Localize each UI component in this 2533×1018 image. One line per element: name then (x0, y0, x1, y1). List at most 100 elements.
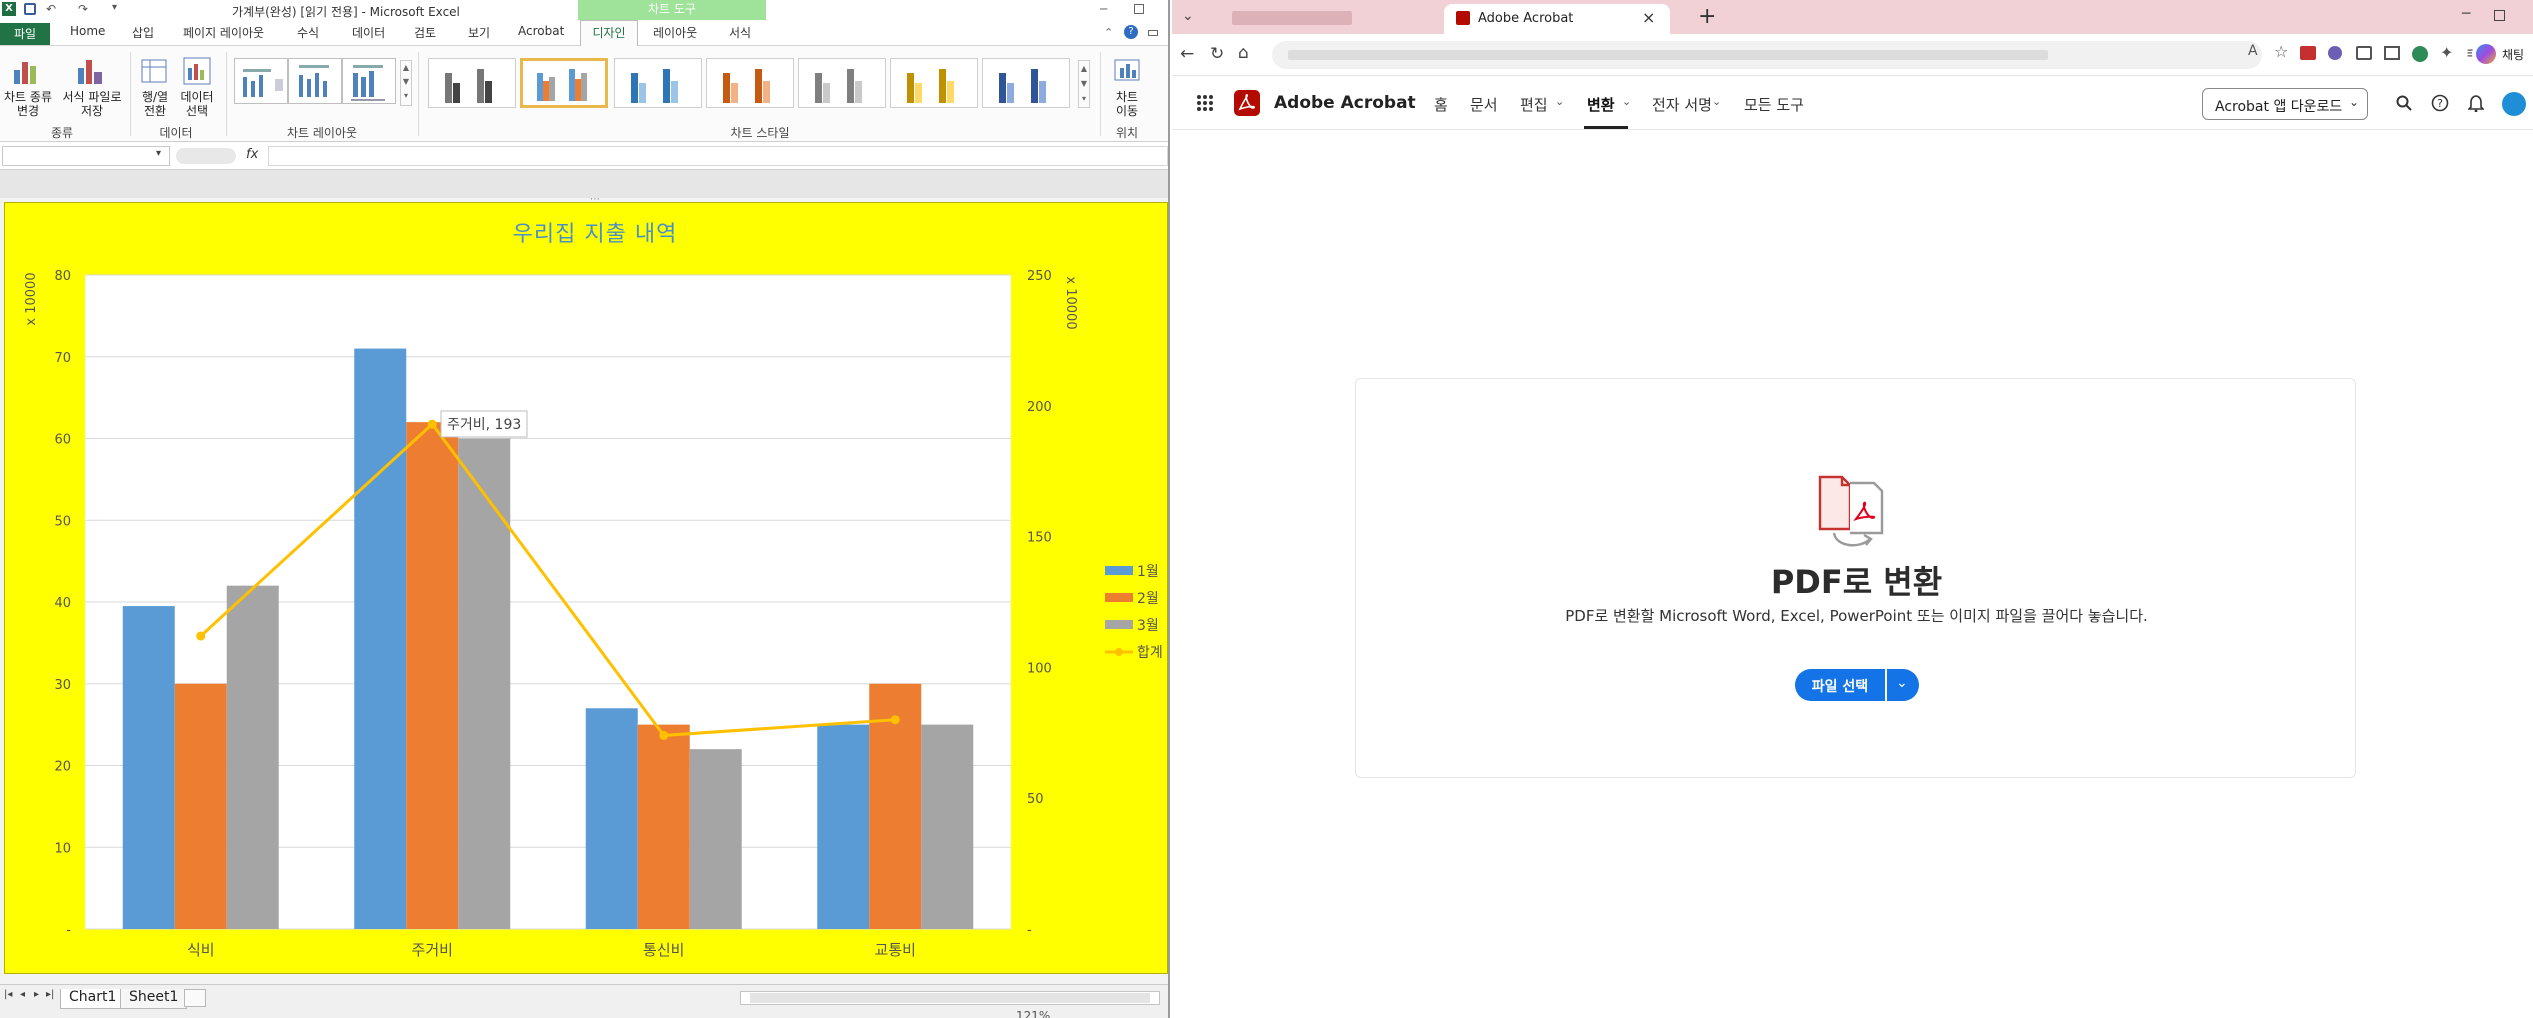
tab-review[interactable]: 검토 (414, 24, 436, 41)
sheet-nav-prev-icon[interactable]: ◂ (20, 989, 25, 1000)
horizontal-scroll-thumb[interactable] (750, 993, 1150, 1003)
notifications-bell-icon[interactable] (2462, 89, 2490, 117)
window-restore-icon[interactable] (1148, 30, 1158, 36)
line-point-합계[interactable] (196, 631, 206, 641)
add-sheet-icon[interactable] (184, 989, 206, 1007)
chart-layout-option-3[interactable] (342, 58, 396, 104)
extensions-puzzle-icon[interactable]: ✦ (2440, 43, 2453, 62)
redo-icon[interactable]: ↷ (78, 2, 88, 16)
tab-file[interactable]: 파일 (0, 23, 50, 45)
bar-3월-교통비[interactable] (921, 724, 974, 929)
save-as-template-button[interactable]: 서식 파일로 저장 (62, 90, 121, 118)
bar-3월-식비[interactable] (226, 585, 279, 929)
download-app-button[interactable]: Acrobat 앱 다운로드 ⌄ (2202, 88, 2368, 120)
select-data-icon[interactable] (182, 56, 212, 86)
window-maximize-icon[interactable] (2494, 10, 2505, 21)
new-tab-icon[interactable]: + (1698, 4, 1716, 29)
extension-purple-icon[interactable] (2328, 46, 2342, 60)
zoom-level[interactable]: 121% (1016, 1009, 1050, 1018)
styles-more-icon[interactable]: ▲ ▼ ▾ (1078, 60, 1090, 108)
tab-design[interactable]: 디자인 (580, 20, 638, 46)
convert-drop-zone[interactable]: PDF로 변환 PDF로 변환할 Microsoft Word, Excel, … (1355, 378, 2356, 778)
nav-convert[interactable]: 변환 (1587, 94, 1615, 115)
name-box[interactable] (2, 146, 170, 166)
bar-1월-주거비[interactable] (354, 348, 407, 929)
formula-input[interactable] (268, 146, 1168, 166)
chart-layout-option-2[interactable] (288, 58, 342, 104)
extension-wallet-icon[interactable] (2384, 46, 2400, 60)
tab-actions-icon[interactable]: ⌄ (1182, 8, 1194, 24)
close-tab-icon[interactable]: × (1642, 8, 1655, 27)
app-grid-icon[interactable] (1196, 94, 1214, 112)
tab-format[interactable]: 서식 (729, 24, 751, 41)
tab-layout[interactable]: 레이아웃 (653, 24, 697, 41)
sheet-nav-next-icon[interactable]: ▸ (34, 989, 39, 1000)
sheet-nav-last-icon[interactable]: ▸| (46, 989, 54, 1000)
undo-icon[interactable]: ↶ (46, 2, 56, 16)
browser-tab-active[interactable]: Adobe Acrobat × (1444, 4, 1670, 34)
line-point-합계[interactable] (890, 715, 900, 725)
help-icon[interactable]: ? (1124, 25, 1138, 39)
move-chart-icon[interactable] (1112, 56, 1142, 86)
nav-documents[interactable]: 문서 (1470, 94, 1498, 115)
change-chart-type-button[interactable]: 차트 종류 변경 (4, 90, 52, 118)
tab-data[interactable]: 데이터 (352, 24, 385, 41)
sheet-nav-first-icon[interactable]: |◂ (4, 989, 12, 1000)
chart-title[interactable]: 우리집 지출 내역 (513, 222, 678, 247)
copilot-chat-button[interactable]: 채팅 (2472, 40, 2533, 68)
data-label-box[interactable]: 주거비, 193 (440, 410, 528, 438)
ribbon-collapse-icon[interactable]: ⌃ (1104, 26, 1113, 39)
tab-acrobat[interactable]: Acrobat (518, 24, 564, 38)
chart-layout-option-1[interactable] (234, 58, 288, 104)
bar-1월-식비[interactable] (122, 606, 175, 929)
switch-row-column-button[interactable]: 행/열 전환 (142, 90, 168, 118)
home-icon[interactable]: ⌂ (1238, 43, 1249, 63)
chart-area[interactable]: - 10 20 30 40 50 60 70 80 - 50 100 150 200 250 식비 주거비 통… (4, 202, 1168, 974)
name-box-dropdown-icon[interactable]: ▾ (156, 148, 161, 159)
tab-view[interactable]: 보기 (468, 24, 490, 41)
move-chart-button[interactable]: 차트 이동 (1116, 90, 1138, 118)
favorite-star-icon[interactable]: ☆ (2274, 42, 2288, 61)
help-icon[interactable]: ? (2426, 89, 2454, 117)
extension-red-icon[interactable] (2300, 46, 2316, 60)
extension-green-icon[interactable] (2412, 46, 2428, 62)
acrobat-brand-name[interactable]: Adobe Acrobat (1274, 93, 1416, 113)
chart-type-icon[interactable] (12, 56, 42, 86)
bar-3월-주거비[interactable] (458, 438, 511, 930)
back-icon[interactable]: ← (1180, 44, 1194, 64)
window-minimize-icon[interactable]: ─ (2462, 6, 2470, 22)
chart-style-option-1[interactable] (428, 58, 516, 108)
save-icon[interactable] (24, 3, 36, 15)
address-input[interactable] (1272, 41, 2262, 69)
chart-style-option-4[interactable] (706, 58, 794, 108)
tab-formulas[interactable]: 수식 (297, 24, 319, 41)
tab-insert[interactable]: 삽입 (132, 24, 154, 41)
chart-style-option-6[interactable] (890, 58, 978, 108)
bar-2월-주거비[interactable] (406, 422, 459, 929)
chart-style-option-2-selected[interactable] (520, 58, 608, 108)
nav-edit[interactable]: 편집 (1520, 94, 1548, 115)
tab-page-layout[interactable]: 페이지 레이아웃 (183, 24, 264, 41)
user-avatar[interactable] (2502, 92, 2526, 116)
select-data-button[interactable]: 데이터 선택 (180, 90, 213, 118)
bar-1월-통신비[interactable] (585, 708, 638, 929)
search-icon[interactable] (2390, 89, 2418, 117)
bar-1월-교통비[interactable] (817, 724, 870, 929)
acrobat-logo-icon[interactable] (1234, 90, 1260, 116)
select-file-button[interactable]: 파일 선택 (1795, 669, 1885, 701)
refresh-icon[interactable]: ↻ (1210, 44, 1224, 64)
browser-tab-inactive[interactable]: × (1208, 4, 1478, 34)
nav-e-sign[interactable]: 전자 서명 (1652, 94, 1712, 115)
quick-access-dropdown-icon[interactable]: ▾ (112, 2, 117, 13)
sheet-tab-sheet1[interactable]: Sheet1 (120, 989, 188, 1009)
switch-row-column-icon[interactable] (140, 56, 170, 86)
line-point-합계[interactable] (659, 730, 669, 740)
nav-all-tools[interactable]: 모든 도구 (1744, 94, 1804, 115)
extension-screenshot-icon[interactable] (2356, 46, 2372, 60)
bar-3월-통신비[interactable] (689, 749, 742, 929)
bar-2월-식비[interactable] (174, 683, 227, 929)
read-aloud-icon[interactable]: A (2248, 43, 2258, 59)
line-point-합계[interactable] (427, 419, 437, 429)
minimize-icon[interactable]: ─ (1100, 2, 1107, 16)
nav-home[interactable]: 홈 (1434, 94, 1448, 115)
